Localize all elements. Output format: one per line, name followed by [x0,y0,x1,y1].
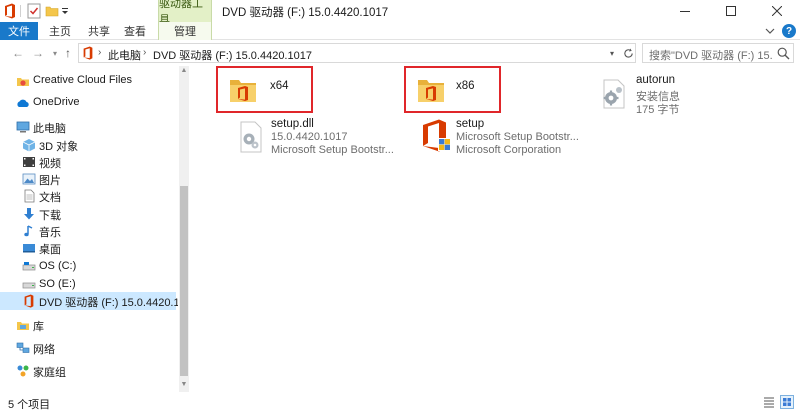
nav-item-music[interactable]: 音乐 [0,222,176,240]
nav-item-videos[interactable]: 视频 [0,153,176,171]
nav-item-drive-c[interactable]: OS (C:) [0,258,176,276]
navigation-pane-scrollbar[interactable]: ▲ ▼ [179,66,189,392]
minimize-button[interactable] [662,0,708,22]
drive-tools-context-title: 驱动器工具 [158,0,212,26]
item-count: 5 个项目 [8,399,51,411]
properties-icon[interactable] [27,3,41,19]
new-folder-icon[interactable] [45,3,59,19]
3d-objects-icon [22,139,36,152]
maximize-icon [726,6,736,16]
office-setup-icon [423,119,451,152]
file-item-setup[interactable]: setup Microsoft Setup Bootstr... Microso… [418,114,598,158]
back-button[interactable]: ← [10,45,26,61]
large-icons-view-button[interactable] [780,395,794,409]
nav-item-downloads[interactable]: 下载 [0,205,176,223]
music-folder-icon [24,225,33,237]
refresh-button[interactable] [621,45,635,61]
maximize-button[interactable] [708,0,754,22]
file-list: x64 x86 autorun 安装信息 175 字节 setup.dll 15… [190,66,800,392]
nav-item-creative-cloud-files[interactable]: Creative Cloud Files [0,72,176,90]
pictures-folder-icon [22,173,36,185]
tab-file[interactable]: 文件 [0,22,38,40]
nav-item-3d-objects[interactable]: 3D 对象 [0,136,176,154]
ribbon-tab-bar: 文件 主页 共享 查看 管理 ? [0,22,800,40]
file-item-setup-dll[interactable]: setup.dll 15.0.4420.1017 Microsoft Setup… [232,114,402,158]
up-button[interactable]: ↑ [60,45,76,61]
arrow-up-icon: ↑ [65,46,71,60]
nav-item-dvd-drive[interactable]: DVD 驱动器 (F:) 15.0.4420.1017 [0,292,178,310]
libraries-icon [17,322,29,330]
details-view-icon[interactable] [762,395,776,409]
expand-ribbon-button[interactable] [764,25,776,37]
nav-item-network[interactable]: 网络 [0,339,176,357]
forward-button[interactable]: → [30,45,46,61]
search-input[interactable]: 搜索"DVD 驱动器 (F:) 15.0.4... [649,47,773,63]
documents-folder-icon [24,189,35,203]
onedrive-cloud-icon [17,99,29,107]
file-item-x64[interactable]: x64 [226,72,376,110]
tab-home[interactable]: 主页 [38,22,82,40]
tab-share[interactable]: 共享 [82,22,116,40]
drive-icon [22,262,36,271]
status-bar: 5 个项目 [0,392,800,412]
chevron-down-icon: ▾ [609,48,614,58]
scrollbar-thumb[interactable] [180,186,188,376]
file-item-autorun[interactable]: autorun 安装信息 175 字节 [594,70,764,116]
desktop-folder-icon [23,244,35,253]
downloads-folder-icon [24,208,34,220]
tiles-view-icon [783,398,791,406]
tab-manage[interactable]: 管理 [158,22,212,40]
network-icon [16,342,30,353]
creative-cloud-icon [17,78,29,86]
breadcrumb-chevron-icon[interactable]: › [143,47,146,58]
office-folder-icon [230,80,256,102]
breadcrumb-dvd-drive[interactable]: DVD 驱动器 (F:) 15.0.4420.1017 [153,47,312,63]
homegroup-icon [17,365,29,377]
quick-access-separator [20,5,21,17]
file-item-x86[interactable]: x86 [414,72,564,110]
arrow-left-icon: ← [12,46,24,60]
office-dvd-icon [24,294,34,308]
refresh-icon [623,47,633,58]
chevron-down-icon [765,28,775,34]
setup-info-gear-icon [603,79,625,109]
breadcrumb-chevron-icon[interactable]: › [98,47,101,58]
navigation-bar: ← → ▾ ↑ › 此电脑 › DVD 驱动器 (F:) 15.0.4420.1… [0,40,800,66]
customize-quick-access-icon[interactable] [60,3,70,19]
office-logo-icon[interactable] [4,3,16,19]
address-bar[interactable]: › 此电脑 › DVD 驱动器 (F:) 15.0.4420.1017 ▾ [78,43,636,63]
nav-item-onedrive[interactable]: OneDrive [0,94,176,112]
nav-item-homegroup[interactable]: 家庭组 [0,362,176,380]
chevron-down-icon: ▾ [52,48,57,58]
breadcrumb-this-pc[interactable]: 此电脑 [108,47,141,63]
office-folder-icon [418,80,444,102]
tab-view[interactable]: 查看 [116,22,154,40]
nav-item-pictures[interactable]: 图片 [0,170,176,188]
navigation-pane: Creative Cloud Files OneDrive 此电脑 3D 对象 … [0,66,178,392]
address-history-button[interactable]: ▾ [605,46,619,60]
arrow-right-icon: → [32,46,44,60]
scroll-up-icon[interactable]: ▲ [179,66,189,76]
search-icon[interactable] [777,47,790,60]
computer-icon [16,121,30,133]
title-bar: 驱动器工具 DVD 驱动器 (F:) 15.0.4420.1017 [0,0,800,26]
nav-item-libraries[interactable]: 库 [0,316,176,334]
close-icon [772,6,782,16]
nav-item-documents[interactable]: 文档 [0,187,176,205]
window-title: DVD 驱动器 (F:) 15.0.4420.1017 [222,7,389,19]
scroll-down-icon[interactable]: ▼ [179,380,189,390]
close-button[interactable] [754,0,800,22]
nav-item-desktop[interactable]: 桌面 [0,239,176,257]
search-box[interactable]: 搜索"DVD 驱动器 (F:) 15.0.4... [642,43,794,63]
dll-gear-icon [240,121,262,153]
minimize-icon [680,11,690,12]
office-dvd-icon [83,46,93,60]
video-folder-icon [23,157,35,167]
drive-icon [22,282,36,289]
help-button[interactable]: ? [782,24,796,38]
nav-item-this-pc[interactable]: 此电脑 [0,118,176,136]
